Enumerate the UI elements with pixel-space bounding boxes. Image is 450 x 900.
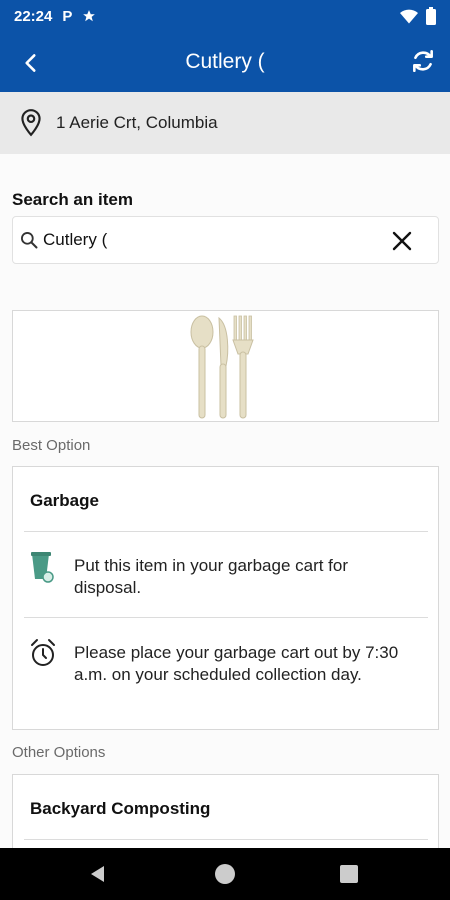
best-option-label: Best Option (12, 437, 91, 454)
garbage-instruction: Put this item in your garbage cart for d… (74, 556, 349, 597)
card-divider (24, 617, 428, 618)
address-bar[interactable]: 1 Aerie Crt, Columbia (0, 92, 450, 154)
parking-p-icon: P (62, 7, 73, 25)
nav-back-icon[interactable] (88, 864, 108, 884)
garbage-cart-icon (31, 552, 54, 583)
card-divider (24, 839, 428, 840)
status-time: 22:24 (14, 7, 53, 25)
wifi-icon (400, 9, 418, 24)
system-nav-bar (0, 848, 450, 900)
app-bar: Cutlery ( (0, 32, 450, 92)
nav-recents-icon[interactable] (340, 865, 358, 883)
address-text: 1 Aerie Crt, Columbia (56, 113, 218, 132)
search-label: Search an item (12, 190, 133, 209)
nav-home-icon[interactable] (215, 864, 235, 884)
star-icon (83, 10, 96, 22)
card-divider (24, 531, 428, 532)
close-icon[interactable] (390, 229, 414, 253)
cutlery-image (190, 315, 254, 419)
collection-time-instruction: Please place your garbage cart out by 7:… (74, 643, 399, 684)
search-icon (21, 232, 38, 249)
other-option-title: Backyard Composting (30, 799, 211, 818)
refresh-icon[interactable] (410, 48, 436, 74)
battery-icon (426, 7, 436, 25)
location-pin-icon (21, 109, 41, 137)
search-input[interactable]: Cutlery ( (12, 216, 439, 264)
page-title: Cutlery ( (185, 50, 265, 73)
best-option-title: Garbage (30, 491, 99, 510)
status-bar: 22:24 P (0, 0, 450, 32)
other-options-label: Other Options (12, 744, 106, 761)
item-image-card (12, 310, 439, 422)
best-option-card[interactable]: Garbage Put this item in your garbage ca… (12, 466, 439, 730)
search-value[interactable]: Cutlery ( (43, 230, 107, 250)
alarm-clock-icon (31, 639, 55, 666)
chevron-left-icon[interactable] (18, 50, 44, 76)
